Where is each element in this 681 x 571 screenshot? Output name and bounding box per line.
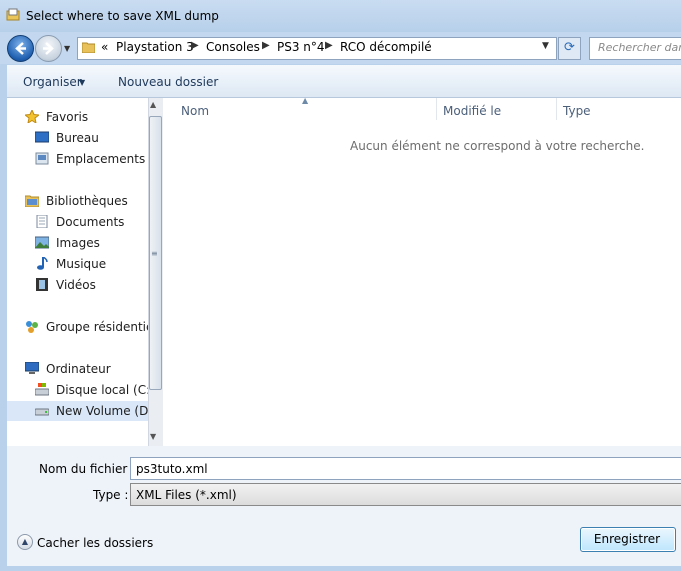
nav-item-desktop[interactable]: Bureau [7, 128, 148, 148]
nav-label: Favoris [46, 110, 89, 124]
nav-computer[interactable]: Ordinateur [7, 359, 148, 379]
column-header-name[interactable]: Nom [181, 104, 209, 118]
hide-folders-button[interactable]: Cacher les dossiers [37, 536, 153, 550]
nav-label: Musique [56, 257, 107, 271]
window-border [0, 566, 681, 571]
nav-favorites[interactable]: Favoris [7, 107, 148, 127]
folder-save-icon [6, 8, 20, 21]
nav-label: Disque local (C:) [56, 383, 148, 397]
folder-icon [82, 42, 95, 53]
nav-label: Emplacements ré [56, 152, 148, 166]
nav-label: Ordinateur [46, 362, 111, 376]
breadcrumb-item[interactable]: Playstation 3 [116, 40, 194, 54]
column-header-modified[interactable]: Modifié le [443, 104, 501, 118]
computer-icon [25, 362, 39, 374]
nav-item-videos[interactable]: Vidéos [7, 275, 148, 295]
breadcrumb-item[interactable]: Consoles [206, 40, 260, 54]
navigation-pane: Favoris Bureau Emplacements ré Bibliothè… [7, 98, 148, 446]
nav-homegroup[interactable]: Groupe résidentiel [7, 317, 148, 337]
nav-item-recent-places[interactable]: Emplacements ré [7, 149, 148, 169]
refresh-icon: ⟳ [564, 40, 575, 55]
nav-libraries[interactable]: Bibliothèques [7, 191, 148, 211]
new-folder-button[interactable]: Nouveau dossier [118, 75, 218, 89]
breadcrumb-separator-icon[interactable]: ▶ [325, 40, 333, 51]
file-type-value[interactable]: XML Files (*.xml) [136, 488, 237, 502]
window-title: Select where to save XML dump [26, 9, 219, 23]
nav-label: Bureau [56, 131, 99, 145]
nav-label: New Volume (D:) [56, 404, 148, 418]
image-icon [35, 236, 49, 249]
column-divider[interactable] [436, 98, 437, 120]
nav-item-documents[interactable]: Documents [7, 212, 148, 232]
collapse-arrow-icon[interactable]: ▲ [17, 534, 33, 550]
save-button-label[interactable]: Enregistrer [580, 532, 674, 546]
recent-places-icon [35, 152, 49, 165]
breadcrumb-overflow[interactable]: « [101, 40, 108, 54]
libraries-icon [25, 195, 39, 207]
forward-button[interactable] [35, 35, 62, 62]
nav-item-drive-c[interactable]: Disque local (C:) [7, 380, 148, 400]
document-icon [36, 215, 48, 228]
star-icon [25, 110, 39, 123]
command-bar [7, 65, 681, 98]
filename-input[interactable] [130, 457, 681, 480]
back-button[interactable] [7, 35, 34, 62]
arrow-right-icon [43, 42, 54, 55]
column-divider[interactable] [556, 98, 557, 120]
breadcrumb-item[interactable]: RCO décompilé [340, 40, 432, 54]
nav-item-images[interactable]: Images [7, 233, 148, 253]
drive-icon [35, 383, 49, 396]
homegroup-icon [26, 321, 38, 333]
scroll-down-icon[interactable]: ▼ [150, 432, 156, 441]
nav-label: Documents [56, 215, 125, 229]
arrow-left-icon [15, 42, 26, 55]
nav-label: Groupe résidentiel [46, 320, 148, 334]
nav-label: Images [56, 236, 100, 250]
chevron-down-icon[interactable]: ▼ [79, 78, 85, 87]
film-icon [36, 278, 48, 291]
desktop-icon [35, 131, 49, 143]
empty-message: Aucun élément ne correspond à votre rech… [350, 139, 645, 153]
nav-item-music[interactable]: Musique [7, 254, 148, 274]
address-dropdown-icon[interactable]: ▼ [542, 41, 549, 51]
filename-value[interactable]: ps3tuto.xml [136, 462, 208, 476]
breadcrumb-item[interactable]: PS3 n°4 [277, 40, 325, 54]
scroll-up-icon[interactable]: ▲ [150, 100, 156, 109]
type-label: Type : [93, 488, 129, 502]
grip-icon: ≡ [151, 249, 158, 258]
recent-pages-dropdown-icon[interactable]: ▼ [64, 44, 72, 53]
organise-menu-button[interactable]: Organiser [23, 75, 82, 89]
breadcrumb-separator-icon[interactable]: ▶ [262, 40, 270, 51]
search-placeholder: Rechercher dans [598, 41, 681, 54]
filename-label: Nom du fichier : [39, 462, 136, 476]
music-note-icon [37, 257, 48, 270]
drive-icon [35, 408, 49, 416]
sort-ascending-icon: ▲ [302, 96, 309, 105]
nav-item-drive-d[interactable]: New Volume (D:) [7, 401, 148, 421]
breadcrumb-separator-icon[interactable]: ▶ [191, 40, 199, 51]
refresh-button[interactable]: ⟳ [558, 37, 581, 60]
column-header-type[interactable]: Type [563, 104, 591, 118]
nav-label: Bibliothèques [46, 194, 128, 208]
nav-label: Vidéos [56, 278, 96, 292]
